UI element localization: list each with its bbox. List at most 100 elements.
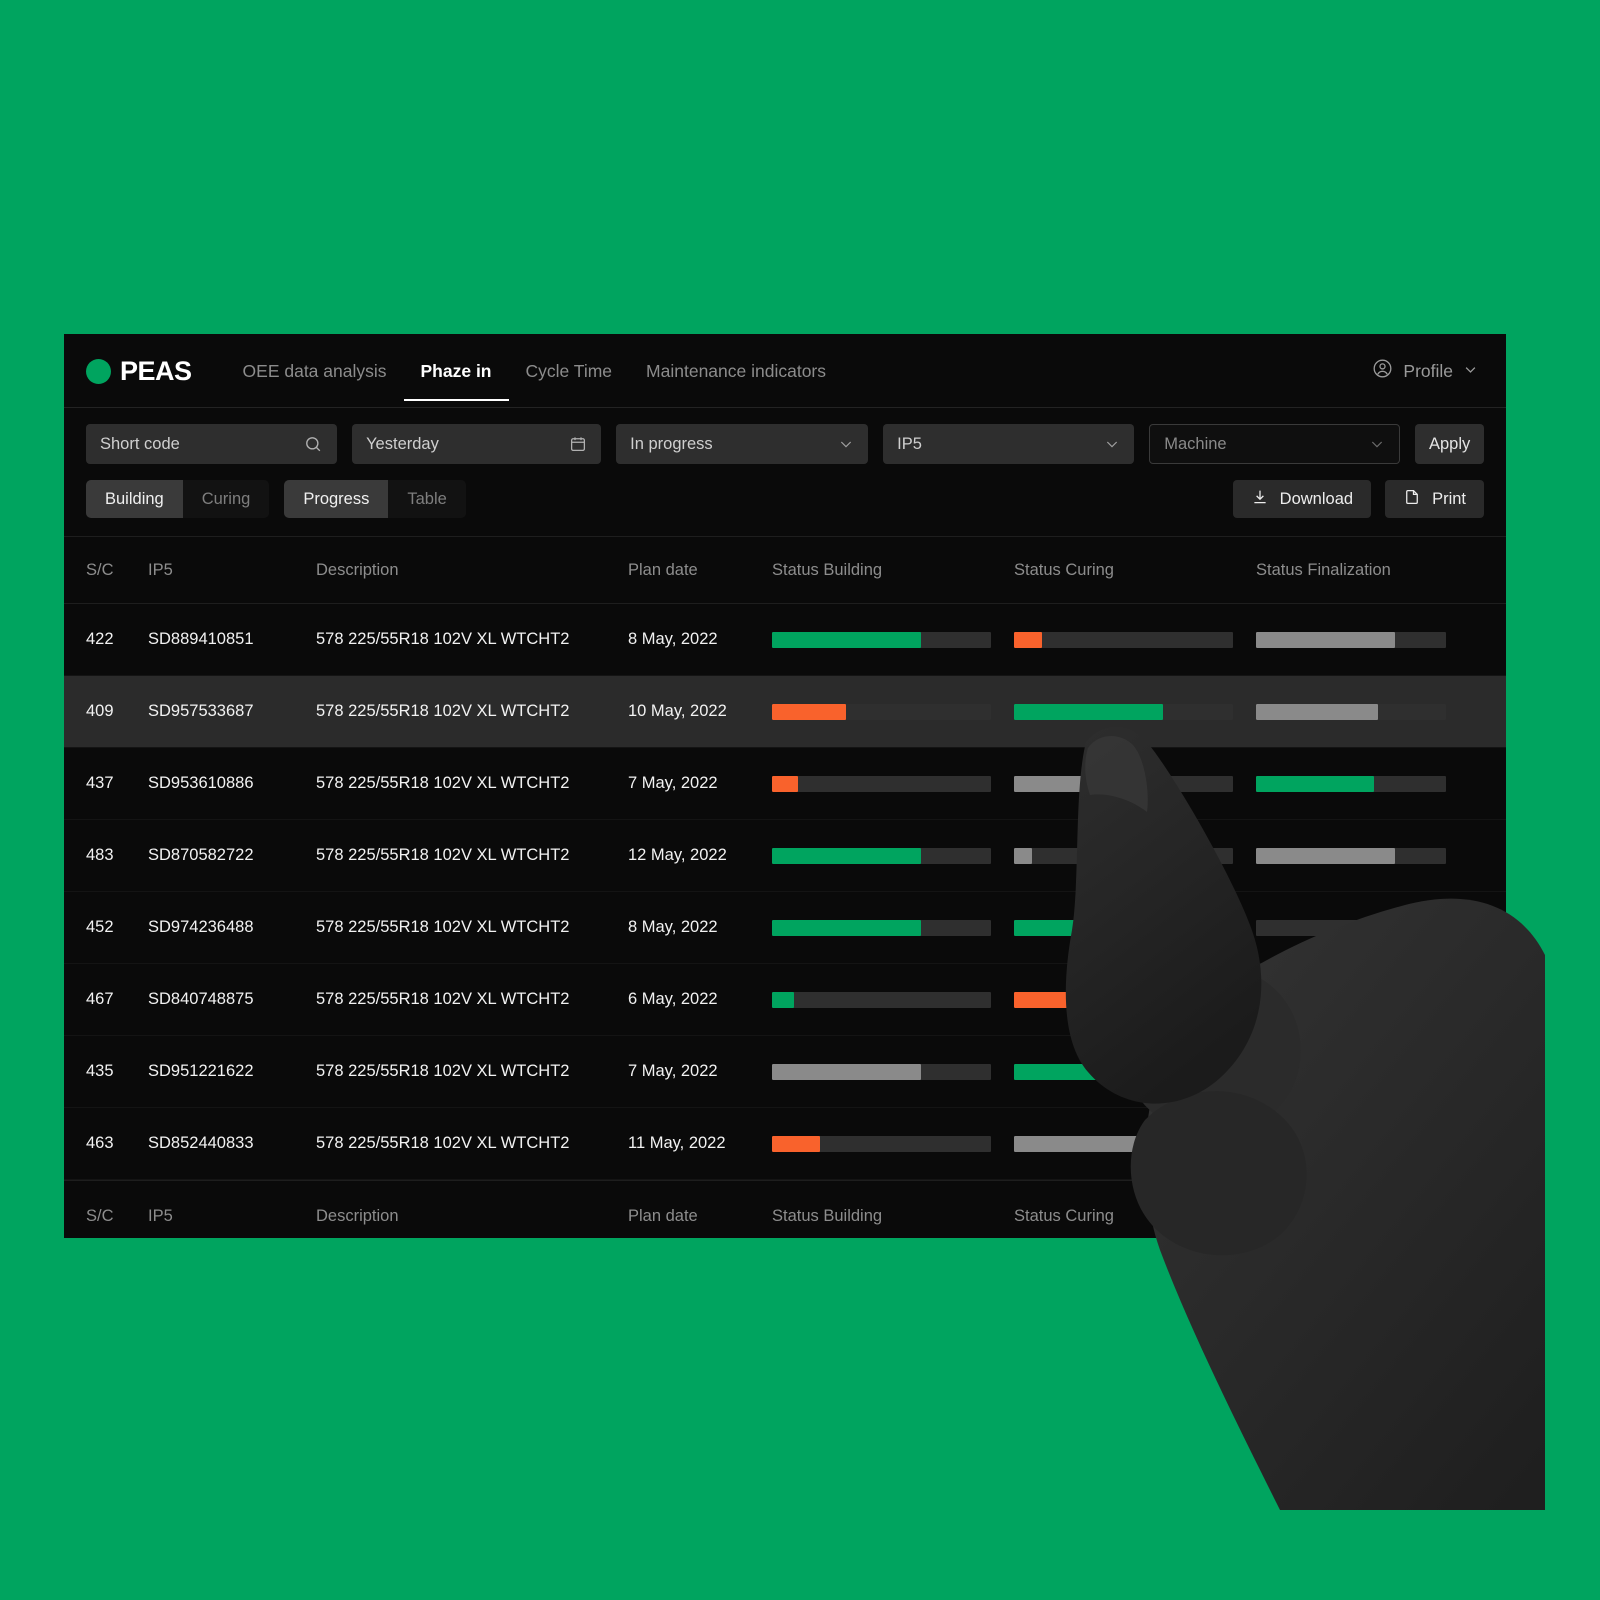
status-curing-progress-fill <box>1014 703 1163 720</box>
status-building-cell <box>772 703 1014 720</box>
status-finalization-progress-bar <box>1256 631 1446 648</box>
table-row[interactable]: 452 SD974236488 578 225/55R18 102V XL WTCH… <box>64 892 1506 964</box>
action-buttons: Download Print <box>1232 480 1484 518</box>
status-building-cell <box>772 991 1014 1008</box>
chevron-down-icon[interactable] <box>1104 436 1120 452</box>
table-row[interactable]: 483 SD870582722 578 225/55R18 102V XL WTCH… <box>64 820 1506 892</box>
chevron-down-icon[interactable] <box>838 436 854 452</box>
cell-description: 578 225/55R18 102V XL WTCHT2 <box>316 846 570 864</box>
table-row[interactable]: 467 SD840748875 578 225/55R18 102V XL WTCH… <box>64 964 1506 1036</box>
nav-link-phaze-in[interactable]: Phaze in <box>403 334 509 408</box>
status-curing-cell <box>1014 631 1256 648</box>
status-finalization-progress-bar <box>1256 1135 1446 1152</box>
status-finalization-cell <box>1256 1063 1476 1080</box>
nav-bottom-divider <box>64 407 1506 408</box>
status-curing-cell <box>1014 991 1256 1008</box>
status-finalization-progress-fill <box>1256 775 1374 792</box>
nav-links: OEE data analysis Phaze in Cycle Time Ma… <box>226 334 843 408</box>
print-button[interactable]: Print <box>1385 480 1484 518</box>
status-filter-select[interactable]: In progress <box>616 424 869 464</box>
nav-link-oee-data-analysis[interactable]: OEE data analysis <box>226 334 404 408</box>
cell-description: 578 225/55R18 102V XL WTCHT2 <box>316 990 570 1008</box>
status-building-progress-bar <box>772 1063 991 1080</box>
nav-link-cycle-time[interactable]: Cycle Time <box>509 334 630 408</box>
download-button[interactable]: Download <box>1232 480 1372 518</box>
download-label: Download <box>1279 489 1354 508</box>
toggle-curing[interactable]: Curing <box>182 480 270 518</box>
cell-sc: 452 <box>86 918 114 936</box>
table-row[interactable]: 409 SD957533687 578 225/55R18 102V XL WTCH… <box>64 676 1506 748</box>
view-toggle-group: Progress Table <box>284 480 466 518</box>
cell-plan-date: 7 May, 2022 <box>628 1062 718 1080</box>
status-building-progress-bar <box>772 1135 991 1152</box>
status-building-progress-bar <box>772 847 991 864</box>
cell-ip5: SD889410851 <box>148 630 254 648</box>
status-finalization-progress-fill <box>1256 631 1395 648</box>
status-building-progress-bar <box>772 919 991 936</box>
nav-link-maintenance-indicators[interactable]: Maintenance indicators <box>629 334 843 408</box>
table-header-row: S/C IP5 Description Plan date Status Bui… <box>64 536 1506 604</box>
print-label: Print <box>1432 489 1466 508</box>
toggle-table-view[interactable]: Table <box>388 480 466 518</box>
status-curing-cell <box>1014 703 1256 720</box>
status-curing-progress-fill <box>1014 991 1113 1008</box>
status-curing-progress-fill <box>1014 631 1043 648</box>
cell-description: 578 225/55R18 102V XL WTCHT2 <box>316 774 570 792</box>
status-building-progress-fill <box>772 1135 821 1152</box>
search-input-placeholder: Short code <box>100 434 180 453</box>
cell-description: 578 225/55R18 102V XL WTCHT2 <box>316 1062 570 1080</box>
status-curing-progress-bar <box>1014 1135 1233 1152</box>
status-curing-progress-bar <box>1014 703 1233 720</box>
status-finalization-progress-fill <box>1256 847 1395 864</box>
status-building-progress-fill <box>772 847 921 864</box>
status-curing-cell <box>1014 775 1256 792</box>
status-finalization-progress-bar <box>1256 703 1446 720</box>
cell-sc: 467 <box>86 990 114 1008</box>
cell-ip5: SD870582722 <box>148 846 254 864</box>
status-finalization-cell <box>1256 775 1476 792</box>
footer-column-ip5: IP5 <box>148 1207 173 1225</box>
status-finalization-progress-bar <box>1256 847 1446 864</box>
toggle-building[interactable]: Building <box>86 480 183 518</box>
status-building-cell <box>772 1135 1014 1152</box>
footer-column-status-building: Status Building <box>772 1207 883 1225</box>
machine-filter-select[interactable]: Machine <box>1149 424 1401 464</box>
status-curing-progress-fill <box>1014 919 1163 936</box>
table-row[interactable]: 422 SD889410851 578 225/55R18 102V XL WTCH… <box>64 604 1506 676</box>
cell-ip5: SD951221622 <box>148 1062 254 1080</box>
cell-description: 578 225/55R18 102V XL WTCHT2 <box>316 1134 570 1152</box>
brand-name: PEAS <box>120 355 192 386</box>
status-curing-progress-bar <box>1014 847 1233 864</box>
ip5-filter-select[interactable]: IP5 <box>883 424 1135 464</box>
status-curing-cell <box>1014 1063 1256 1080</box>
cell-sc: 422 <box>86 630 114 648</box>
table-row[interactable]: 435 SD951221622 578 225/55R18 102V XL WTCH… <box>64 1036 1506 1108</box>
chevron-down-icon[interactable] <box>1369 436 1385 452</box>
toggle-progress-view[interactable]: Progress <box>284 480 389 518</box>
column-header-status-curing: Status Curing <box>1014 560 1114 579</box>
user-circle-icon <box>1372 358 1393 384</box>
status-building-progress-bar <box>772 703 991 720</box>
table-row[interactable]: 437 SD953610886 578 225/55R18 102V XL WTCH… <box>64 748 1506 820</box>
status-curing-progress-bar <box>1014 1063 1233 1080</box>
table-row[interactable]: 463 SD852440833 578 225/55R18 102V XL WTCH… <box>64 1108 1506 1180</box>
cell-sc: 437 <box>86 774 114 792</box>
status-curing-progress-bar <box>1014 631 1233 648</box>
status-finalization-progress-fill <box>1256 703 1378 720</box>
profile-menu[interactable]: Profile <box>1372 358 1478 384</box>
controls-bar: Building Curing Progress Table Download <box>64 464 1506 536</box>
table-body: 422 SD889410851 578 225/55R18 102V XL WTCH… <box>64 604 1506 1180</box>
status-curing-progress-bar <box>1014 775 1233 792</box>
status-curing-progress-fill <box>1014 1135 1150 1152</box>
status-finalization-cell <box>1256 919 1476 936</box>
chevron-down-icon <box>1463 361 1478 382</box>
footer-column-description: Description <box>316 1207 399 1225</box>
calendar-icon[interactable] <box>569 435 587 453</box>
cell-ip5: SD840748875 <box>148 990 254 1008</box>
date-filter[interactable]: Yesterday <box>352 424 602 464</box>
search-input[interactable]: Short code <box>86 424 338 464</box>
cell-ip5: SD974236488 <box>148 918 254 936</box>
status-filter-value: In progress <box>630 434 713 453</box>
search-icon[interactable] <box>304 435 323 454</box>
apply-button[interactable]: Apply <box>1415 424 1484 464</box>
